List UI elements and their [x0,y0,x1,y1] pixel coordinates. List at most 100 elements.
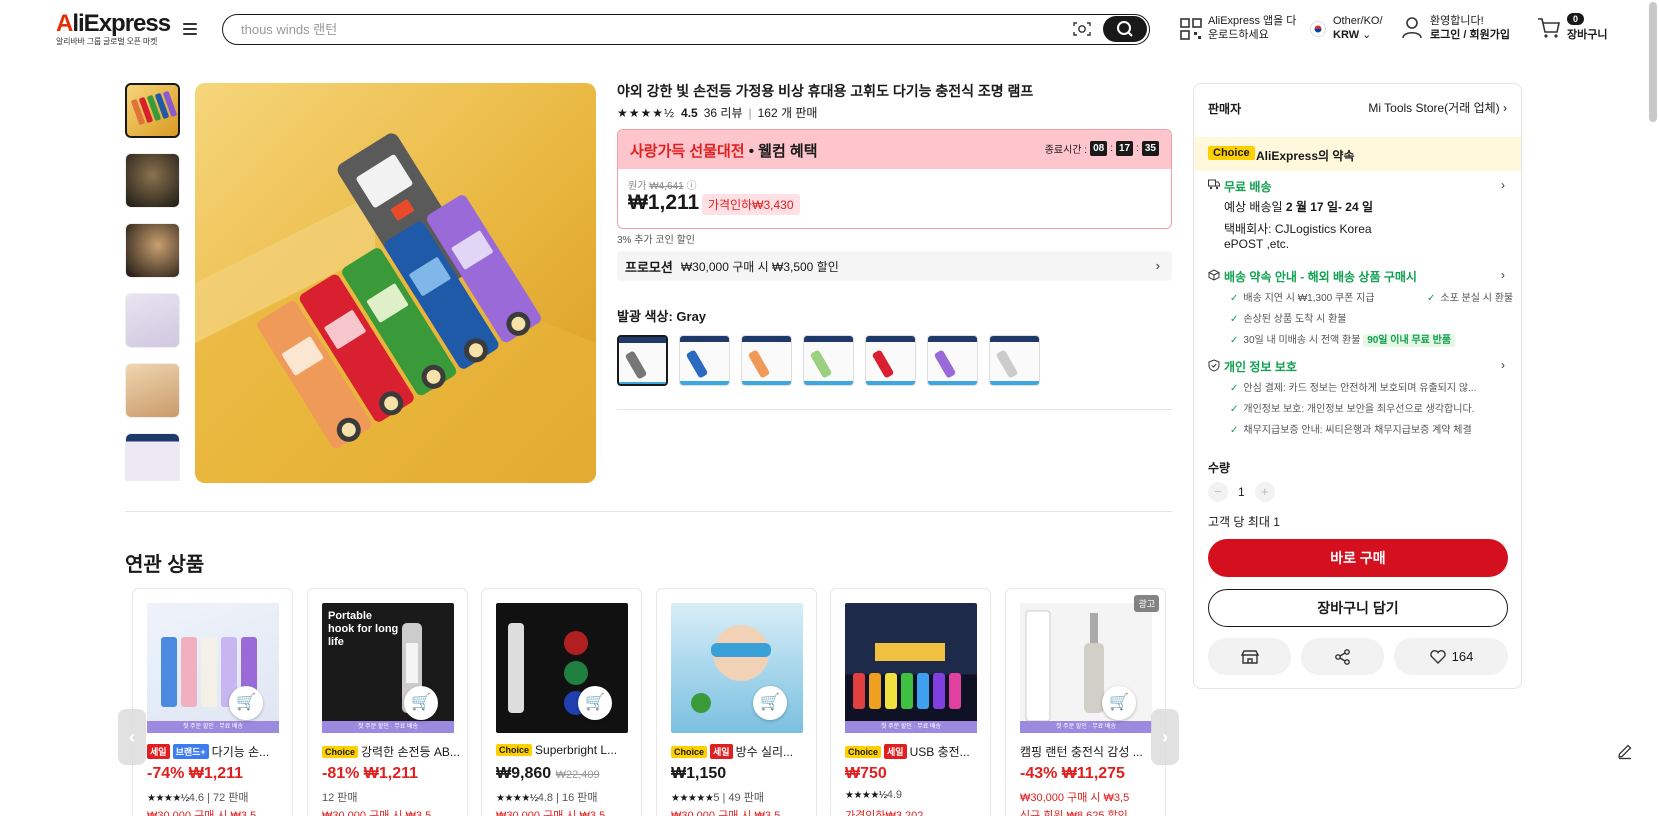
store-button[interactable] [1208,638,1291,675]
chevron-down-icon: ⌄ [1362,29,1372,41]
store-name: Mi Tools Store(거래 업체) [1368,101,1500,115]
swatch-green[interactable] [803,335,854,386]
product-card[interactable]: 첫 주문 할인 · 무료 배송 Choice 세일 USB 충전... ₩750 ★… [830,588,991,816]
truck-icon [1208,179,1220,190]
free-shipping-heading[interactable]: 무료 배송 [1224,178,1272,195]
product-card-name: Choice 강력한 손전등 AB... [322,743,462,760]
product-card[interactable]: 첫 주문 할인 · 무료 배송 🛒 광고 캠핑 랜턴 충전식 감성 ... -4… [1005,588,1166,816]
add-to-cart-icon[interactable]: 🛒 [404,686,438,720]
add-to-cart-button[interactable]: 장바구니 담기 [1208,589,1508,627]
product-card[interactable]: 첫 주문 할인 · 무료 배송 🛒 세일 브랜드+ 다기능 손... -74% ₩1… [132,588,293,816]
product-card-title: USB 충전... [909,745,970,759]
product-card-name: 세일 브랜드+ 다기능 손... [147,743,287,760]
main-product-image[interactable] [195,83,596,483]
search-icon [1117,21,1133,37]
thumbnail-6[interactable] [125,433,180,481]
product-title: 야외 강한 빛 손전등 가정용 비상 휴대용 고휘도 다기능 충전식 조명 램프 [617,83,1034,99]
discount-badge: 가격인하₩3,430 [702,194,800,215]
product-card-title: 다기능 손... [211,745,270,759]
wishlist-count: 164 [1451,649,1474,664]
eta-dates: 2 월 17 일- 24 일 [1285,200,1374,214]
shield-icon [1208,359,1220,372]
search-button[interactable] [1103,16,1147,42]
thumbnail-3[interactable] [125,223,180,278]
delivery-promise-item: 배송 지연 시 ₩1,300 쿠폰 지급 [1230,289,1374,304]
swatch-white[interactable] [989,335,1040,386]
chevron-right-icon[interactable]: › [1501,268,1505,282]
swatch-gray[interactable] [617,335,668,386]
product-card-price: -43% ₩11,275 [1020,765,1125,782]
swatch-blue[interactable] [679,335,730,386]
account-link[interactable]: 환영합니다! 로그인 / 회원가입 [1430,14,1510,42]
product-card-meta: ★★★★½4.8 | 16 판매 [496,789,598,805]
rating-value: 4.5 [681,105,698,120]
product-card-price: ₩9,860 ₩22,409 [496,765,600,783]
rating-stars-icon: ★★★★½ [845,790,887,801]
product-card-name: Choice Superbright L... [496,743,636,757]
product-card-price: -81% ₩1,211 [322,765,419,782]
store-link[interactable]: Mi Tools Store(거래 업체) › [1368,99,1507,116]
thumbnail-1[interactable] [125,83,180,138]
carousel-next-button[interactable]: › [1151,709,1179,765]
delivery-promise-item: 소포 분실 시 환불 [1427,289,1513,304]
quantity-plus-button[interactable]: + [1254,482,1275,502]
product-card-rating: 4.9 [886,789,902,801]
product-card[interactable]: Portable hook for long life 첫 주문 할인 · 무료 배… [307,588,468,816]
timer-label: 종료시간 : [1044,145,1088,156]
app-download-link[interactable]: AliExpress 앱을 다 운로드하세요 [1208,14,1296,42]
thumbnail-5[interactable] [125,363,180,418]
timer-hours: 08 [1090,141,1108,156]
quantity-value[interactable]: 1 [1238,485,1245,499]
divider [125,511,1172,512]
product-card[interactable]: 🛒 Choice 세일 방수 실리... ₩1,150 ★★★★★5 | 49 판매… [656,588,817,816]
carousel-prev-button[interactable]: ‹ [118,709,146,765]
search-bar [222,14,1150,45]
seller-label: 판매자 [1208,102,1242,116]
add-to-cart-icon[interactable]: 🛒 [1102,686,1136,720]
product-card-name: Choice 세일 방수 실리... [671,743,811,760]
thumbnail-4[interactable] [125,293,180,348]
promotion-row[interactable]: 프로모션 ₩30,000 구매 시 ₩3,500 할인 › [617,251,1172,281]
delivery-promise-heading[interactable]: 배송 약속 안내 - 해외 배송 상품 구매시 [1224,268,1417,285]
welcome-text: 환영합니다! [1430,15,1484,27]
privacy-heading[interactable]: 개인 정보 보호 [1224,358,1297,375]
product-card-coupon: ₩30,000 구매 시 ₩3,5 [1020,792,1130,804]
timer-minutes: 17 [1115,141,1134,156]
chevron-right-icon[interactable]: › [1501,178,1505,192]
cart-icon[interactable] [1537,17,1561,39]
swatch-purple[interactable] [927,335,978,386]
image-search-icon[interactable] [1073,21,1091,37]
locale-selector[interactable]: Other/KO/ KRW ⌄ [1333,14,1383,42]
aliexpress-logo[interactable]: AliExpress 알리바바 그룹 글로벌 오픈 마켓 [56,10,171,47]
product-card-coupon: ₩30,000 구매 시 ₩3,5 [322,810,432,816]
product-card-price: ₩1,150 [671,765,727,782]
app-download-line1: AliExpress 앱을 다 [1208,15,1297,27]
hamburger-menu-icon[interactable] [183,23,197,35]
search-input[interactable] [241,19,1061,39]
review-count[interactable]: 36 리뷰 [704,104,743,121]
product-card-coupon: ₩30,000 구매 시 ₩3,5 [147,810,257,816]
original-price: ₩22,409 [555,769,600,781]
product-card-title: Superbright L... [535,743,618,757]
quantity-minus-button[interactable]: − [1208,482,1228,502]
product-card[interactable]: 🛒 Choice Superbright L... ₩9,860 ₩22,409 … [481,588,642,816]
logo-tagline: 알리바바 그룹 글로벌 오픈 마켓 [56,37,158,46]
rating-stars-icon: ★★★★½ [147,793,189,804]
purchase-sidebar: 판매자 Mi Tools Store(거래 업체) › Choice AliEx… [1193,83,1522,689]
add-to-cart-icon[interactable]: 🛒 [578,686,612,720]
add-to-cart-icon[interactable]: 🛒 [229,686,263,720]
color-swatches [617,335,1040,386]
cart-label[interactable]: 장바구니 [1567,28,1607,42]
swatch-red[interactable] [865,335,916,386]
page-scrollbar[interactable] [1649,2,1657,122]
thumbnail-2[interactable] [125,153,180,208]
swatch-orange[interactable] [741,335,792,386]
chevron-right-icon[interactable]: › [1501,358,1505,372]
wishlist-button[interactable]: 164 [1394,638,1508,675]
promo-ribbon: 첫 주문 할인 · 무료 배송 [1020,721,1152,733]
buy-now-button[interactable]: 바로 구매 [1208,539,1508,577]
edit-icon[interactable] [1616,742,1634,760]
promo-ribbon: 첫 주문 할인 · 무료 배송 [322,721,454,733]
add-to-cart-icon[interactable]: 🛒 [753,686,787,720]
share-button[interactable] [1301,638,1384,675]
